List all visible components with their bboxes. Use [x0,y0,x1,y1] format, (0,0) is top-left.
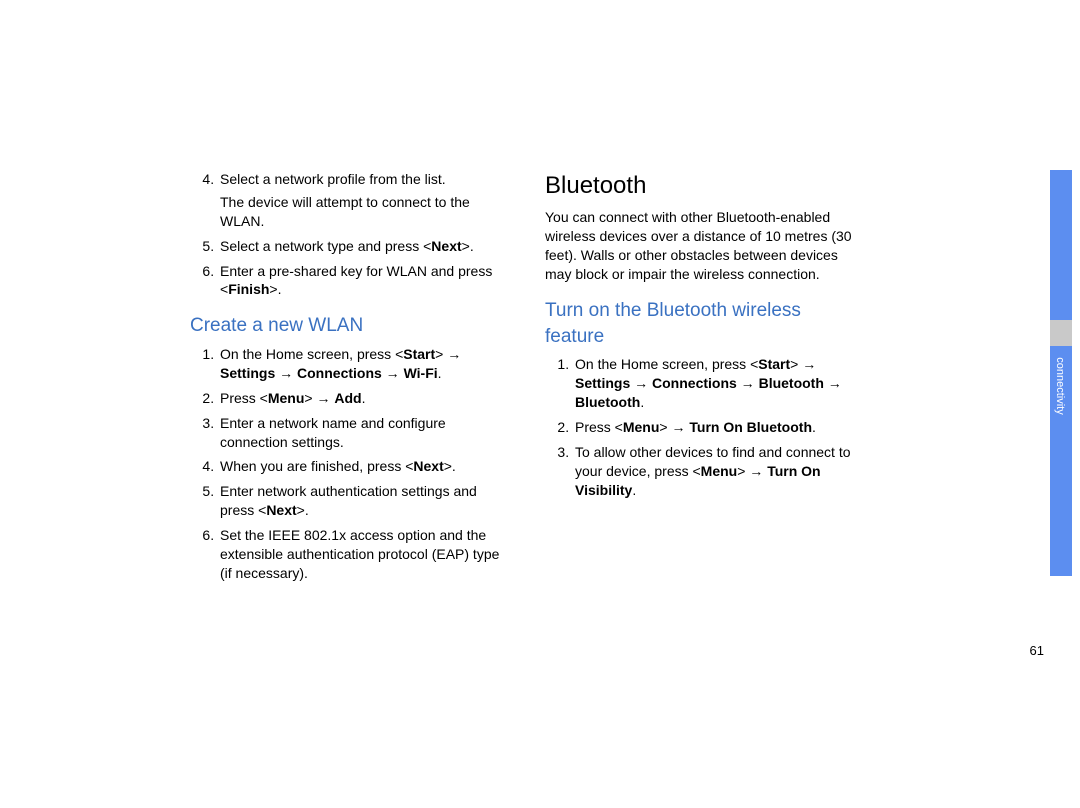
list-item: Enter network authentication settings an… [218,482,505,520]
tab-segment [1050,200,1072,320]
side-tab: connectivity [1050,170,1072,576]
tab-segment-active: connectivity [1050,346,1072,576]
turn-on-bluetooth-heading: Turn on the Bluetooth wireless feature [545,298,860,349]
bluetooth-heading: Bluetooth [545,170,860,202]
page-number: 61 [1030,643,1044,658]
bluetooth-intro: You can connect with other Bluetooth-ena… [545,208,860,284]
list-item: Enter a network name and configure conne… [218,414,505,452]
left-column: Select a network profile from the list. … [190,170,505,589]
list-item: Press <Menu> → Add. [218,389,505,408]
list-item: Select a network profile from the list. … [218,170,505,231]
step-text: Enter a network name and configure conne… [220,415,446,450]
list-item: Select a network type and press <Next>. [218,237,505,256]
continued-list: Select a network profile from the list. … [190,170,505,299]
bluetooth-list: On the Home screen, press <Start> → Sett… [545,355,860,499]
right-column: Bluetooth You can connect with other Blu… [545,170,860,589]
tab-segment-gap [1050,320,1072,346]
page-content: Select a network profile from the list. … [190,170,860,589]
step-text: Select a network profile from the list. [220,171,446,187]
step-text: Set the IEEE 802.1x access option and th… [220,527,499,581]
create-wlan-heading: Create a new WLAN [190,313,505,339]
tab-label: connectivity [1054,356,1066,416]
list-item: To allow other devices to find and conne… [573,443,860,500]
create-wlan-list: On the Home screen, press <Start> → Sett… [190,345,505,583]
list-item: On the Home screen, press <Start> → Sett… [573,355,860,412]
list-item: Press <Menu> → Turn On Bluetooth. [573,418,860,437]
list-item: Enter a pre-shared key for WLAN and pres… [218,262,505,300]
tab-segment [1050,170,1072,200]
step-extra: The device will attempt to connect to th… [220,193,505,231]
list-item: On the Home screen, press <Start> → Sett… [218,345,505,383]
list-item: Set the IEEE 802.1x access option and th… [218,526,505,583]
list-item: When you are finished, press <Next>. [218,457,505,476]
